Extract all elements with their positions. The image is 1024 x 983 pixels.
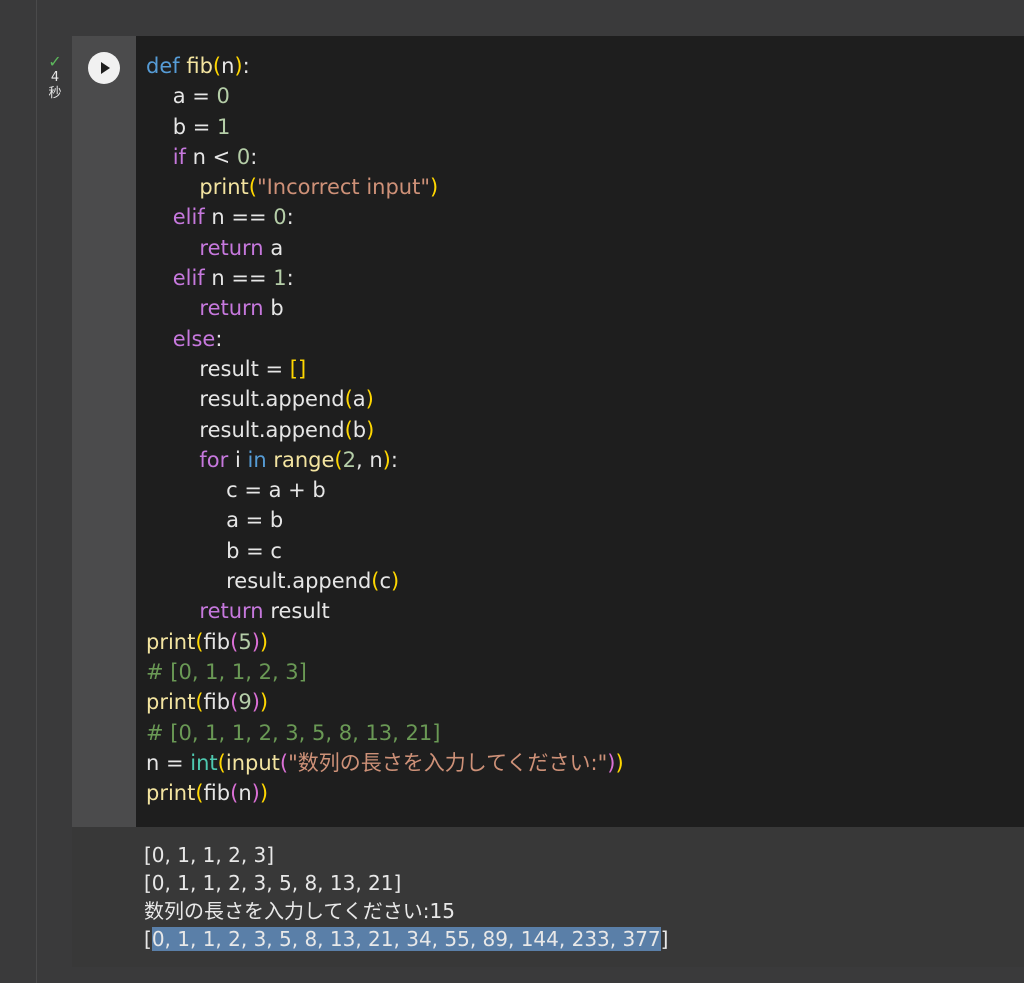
code-comment: # [0, 1, 1, 2, 3] [146, 659, 307, 684]
code-token: input [225, 750, 280, 775]
code-token: print [199, 175, 249, 200]
code-comment: # [0, 1, 1, 2, 3, 5, 8, 13, 21] [146, 720, 441, 745]
code-token: int [190, 750, 218, 775]
code-token: def [146, 54, 180, 78]
gutter-divider [36, 0, 37, 983]
code-token: b [352, 417, 367, 442]
output-line: ] [660, 927, 669, 951]
code-token: fib [186, 54, 213, 78]
execution-duration-unit: 秒 [48, 86, 62, 101]
code-token: c [379, 569, 392, 594]
code-token: elif [172, 266, 205, 291]
code-token: a = b [226, 508, 284, 533]
output-line: [0, 1, 1, 2, 3] [144, 843, 275, 867]
code-token: b = c [226, 538, 282, 563]
code-token: == [231, 266, 267, 291]
code-token: result.append [199, 417, 345, 442]
code-token: 0 [273, 205, 287, 230]
code-token: b [172, 114, 187, 139]
cell-output: [0, 1, 1, 2, 3] [0, 1, 1, 2, 3, 5, 8, 13… [72, 827, 1024, 967]
code-token: n [146, 750, 160, 775]
code-token: result.append [199, 387, 345, 412]
code-token: return [199, 296, 264, 321]
output-text[interactable]: [0, 1, 1, 2, 3] [0, 1, 1, 2, 3, 5, 8, 13… [144, 841, 668, 953]
code-token: result.append [226, 569, 372, 594]
code-token: return [199, 599, 264, 624]
code-token: else [172, 326, 216, 351]
code-token: n [221, 54, 235, 78]
code-token: result [199, 356, 259, 381]
code-token: < [212, 144, 231, 169]
code-token: n [238, 781, 252, 806]
code-token: 5 [238, 629, 252, 654]
code-token: 0 [236, 144, 251, 169]
code-token: fib [203, 781, 231, 806]
code-token: fib [203, 629, 231, 654]
code-token: i [234, 447, 241, 472]
code-token: print [146, 781, 196, 806]
code-token: n [211, 205, 225, 230]
code-token: range [273, 447, 335, 472]
code-token: in [247, 447, 267, 472]
code-token: 1 [273, 266, 287, 291]
output-line: 数列の長さを入力してください:15 [144, 899, 455, 923]
code-token: return [199, 235, 264, 260]
code-cell: def fib(n): a = 0 b = 1 if n < 0: print(… [72, 36, 1024, 967]
code-token: n [192, 144, 206, 169]
code-token: 9 [238, 690, 252, 715]
code-token: a [270, 235, 284, 260]
code-token: b [270, 296, 284, 321]
code-token: 1 [217, 114, 231, 139]
code-token: [] [289, 356, 307, 381]
code-token: a [352, 387, 366, 412]
cell-gutter [72, 36, 136, 827]
code-token: if [172, 144, 186, 169]
code-token: fib [203, 690, 231, 715]
code-token: 2 [342, 447, 356, 472]
code-token: c = a + b [226, 478, 326, 503]
execution-duration-value: 4 [50, 70, 60, 85]
code-token: n [211, 266, 225, 291]
code-token: print [146, 629, 196, 654]
play-icon [101, 62, 110, 74]
code-text: def fib(n): a = 0 b = 1 if n < 0: print(… [146, 54, 624, 806]
run-cell-button[interactable] [88, 52, 120, 84]
code-token: "Incorrect input" [256, 175, 430, 200]
code-token: == [231, 205, 267, 230]
check-icon: ✓ [48, 52, 62, 71]
code-token: a [172, 84, 186, 109]
code-editor[interactable]: def fib(n): a = 0 b = 1 if n < 0: print(… [136, 36, 1024, 827]
execution-status: ✓ 4 秒 [40, 54, 70, 102]
code-token: result [270, 599, 330, 624]
code-token: 0 [216, 84, 230, 109]
output-line: [0, 1, 1, 2, 3, 5, 8, 13, 21] [144, 871, 402, 895]
code-token: print [146, 690, 196, 715]
output-line: [ [144, 927, 152, 951]
code-token: "数列の長さを入力してください:" [288, 750, 608, 775]
code-token: n [369, 447, 383, 472]
code-token: elif [172, 205, 205, 230]
selected-output-text: 0, 1, 1, 2, 3, 5, 8, 13, 21, 34, 55, 89,… [151, 927, 661, 951]
code-token: for [199, 447, 229, 472]
